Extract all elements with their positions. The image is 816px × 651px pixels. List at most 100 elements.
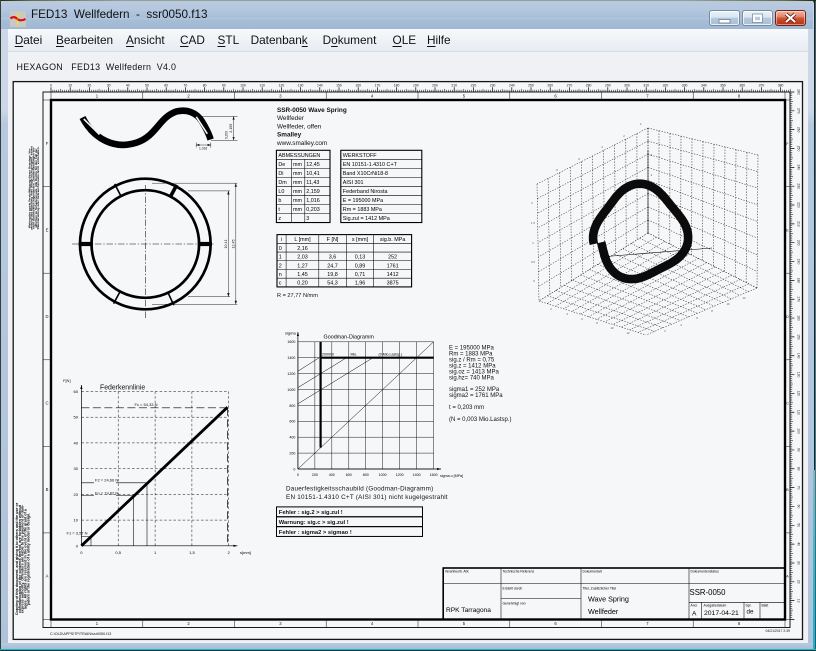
svg-text:R = 27,77 N/mm: R = 27,77 N/mm bbox=[277, 293, 318, 299]
svg-text:F1 = 3,57 N: F1 = 3,57 N bbox=[67, 530, 88, 535]
svg-text:220: 220 bbox=[471, 84, 477, 88]
svg-text:mm: mm bbox=[293, 162, 302, 168]
svg-text:2,159: 2,159 bbox=[306, 189, 320, 195]
svg-text:320: 320 bbox=[663, 84, 669, 88]
svg-text:12,45: 12,45 bbox=[231, 240, 235, 249]
svg-text:0,89: 0,89 bbox=[355, 263, 366, 269]
svg-text:240: 240 bbox=[797, 164, 801, 170]
svg-text:0,13: 0,13 bbox=[355, 255, 366, 261]
svg-text:80: 80 bbox=[797, 467, 801, 471]
svg-text:1400: 1400 bbox=[413, 473, 421, 477]
svg-text:210: 210 bbox=[797, 221, 801, 227]
svg-text:310: 310 bbox=[643, 84, 649, 88]
svg-text:2017-04-21: 2017-04-21 bbox=[704, 610, 739, 617]
svg-text:EN 10151-1.4310 C+T: EN 10151-1.4310 C+T bbox=[343, 162, 398, 168]
svg-text:350: 350 bbox=[720, 84, 726, 88]
svg-text:90: 90 bbox=[797, 448, 801, 452]
svg-text:sig.hz= 740 MPa: sig.hz= 740 MPa bbox=[449, 376, 495, 382]
svg-text:mm: mm bbox=[293, 189, 302, 195]
svg-text:270: 270 bbox=[567, 84, 573, 88]
svg-text:sigma: sigma bbox=[285, 331, 296, 336]
svg-text:mm: mm bbox=[293, 180, 302, 186]
svg-text:b: b bbox=[278, 198, 281, 204]
svg-text:(N = 0,003 Mio.Lastsp.): (N = 0,003 Mio.Lastsp.) bbox=[449, 417, 512, 423]
svg-text:200: 200 bbox=[289, 452, 295, 456]
svg-text:10,41: 10,41 bbox=[306, 171, 320, 177]
svg-text:1,27: 1,27 bbox=[297, 263, 308, 269]
svg-text:80: 80 bbox=[203, 84, 207, 88]
svg-text:Dokumentenstatus: Dokumentenstatus bbox=[691, 570, 720, 574]
svg-text:230: 230 bbox=[797, 183, 801, 189]
svg-text:Fc = 54,33 N: Fc = 54,33 N bbox=[135, 402, 158, 407]
svg-text:Wellfeder, offen: Wellfeder, offen bbox=[277, 123, 322, 130]
svg-text:1,5: 1,5 bbox=[189, 550, 195, 555]
svg-text:1,45: 1,45 bbox=[297, 272, 308, 278]
svg-text:220: 220 bbox=[797, 202, 801, 208]
svg-text:260: 260 bbox=[547, 84, 553, 88]
svg-text:300: 300 bbox=[624, 84, 630, 88]
svg-text:330: 330 bbox=[682, 84, 688, 88]
svg-text:mm: mm bbox=[293, 198, 302, 204]
svg-text:D: D bbox=[786, 315, 789, 319]
svg-text:150: 150 bbox=[797, 334, 801, 340]
svg-text:10: 10 bbox=[726, 302, 730, 306]
svg-text:Dokumentart: Dokumentart bbox=[583, 570, 602, 574]
svg-text:40: 40 bbox=[126, 84, 130, 88]
svg-text:Wellfeder: Wellfeder bbox=[277, 115, 305, 122]
svg-text:04/21/2017 2:39: 04/21/2017 2:39 bbox=[765, 629, 790, 633]
svg-text:Federband Nirosta: Federband Nirosta bbox=[343, 189, 388, 195]
svg-text:Di: Di bbox=[278, 171, 283, 177]
svg-text:11,43: 11,43 bbox=[306, 180, 319, 186]
svg-text:Sig.zul = 1412 MPa: Sig.zul = 1412 MPa bbox=[343, 216, 390, 222]
svg-text:F: F bbox=[46, 141, 49, 146]
svg-text:C:\OLD\APPS\TP\TRAIN\ssr0050.f: C:\OLD\APPS\TP\TRAIN\ssr0050.f13 bbox=[50, 632, 111, 636]
svg-text:140: 140 bbox=[317, 84, 323, 88]
svg-text:Erstellt durch: Erstellt durch bbox=[503, 587, 523, 591]
svg-text:1600: 1600 bbox=[287, 340, 295, 344]
svg-text:340: 340 bbox=[701, 84, 707, 88]
svg-text:140: 140 bbox=[797, 353, 801, 359]
svg-text:sigma.u [MPa]: sigma.u [MPa] bbox=[440, 474, 463, 478]
svg-text:160: 160 bbox=[355, 84, 361, 88]
svg-text:10: 10 bbox=[797, 599, 801, 603]
svg-text:400: 400 bbox=[329, 473, 335, 477]
svg-text:Titel, Zusätzlicher Titel: Titel, Zusätzlicher Titel bbox=[583, 587, 617, 591]
svg-text:290: 290 bbox=[605, 84, 611, 88]
svg-text:1.5: 1.5 bbox=[531, 221, 535, 225]
svg-text:100: 100 bbox=[797, 428, 801, 434]
svg-text:60: 60 bbox=[74, 389, 79, 394]
svg-text:de: de bbox=[747, 609, 754, 616]
svg-text:sigma2 = 1761 MPa: sigma2 = 1761 MPa bbox=[449, 393, 503, 399]
svg-text:1200: 1200 bbox=[396, 473, 404, 477]
svg-text:s [mm]: s [mm] bbox=[352, 237, 369, 243]
svg-text:SSR-0050: SSR-0050 bbox=[690, 588, 727, 597]
svg-text:30: 30 bbox=[107, 84, 111, 88]
svg-text:2: 2 bbox=[279, 263, 282, 269]
svg-text:0,203: 0,203 bbox=[225, 131, 229, 139]
svg-text:600: 600 bbox=[346, 473, 352, 477]
svg-text:1,016: 1,016 bbox=[199, 147, 207, 151]
svg-text:sig.b. MPa: sig.b. MPa bbox=[380, 237, 405, 243]
svg-text:90: 90 bbox=[222, 84, 226, 88]
svg-text:C: C bbox=[45, 401, 48, 406]
svg-text:Fehler : sig.2 > sig.zul !: Fehler : sig.2 > sig.zul ! bbox=[279, 510, 343, 516]
svg-text:Spr.: Spr. bbox=[746, 604, 752, 608]
svg-text:Mio.: Mio. bbox=[351, 352, 358, 356]
svg-text:180: 180 bbox=[797, 278, 801, 284]
svg-text:10,41: 10,41 bbox=[224, 240, 228, 249]
svg-text:360: 360 bbox=[739, 84, 745, 88]
svg-text:Blatt: Blatt bbox=[762, 604, 769, 608]
svg-text:0,203: 0,203 bbox=[306, 207, 320, 213]
svg-text:B: B bbox=[46, 487, 49, 492]
svg-text:120: 120 bbox=[797, 391, 801, 397]
svg-text:54,3: 54,3 bbox=[327, 281, 338, 287]
svg-text:160: 160 bbox=[797, 315, 801, 321]
svg-text:200: 200 bbox=[797, 240, 801, 246]
svg-text:Fehler : sigma2 > sigmao !: Fehler : sigma2 > sigmao ! bbox=[279, 530, 352, 536]
svg-text:n: n bbox=[279, 272, 282, 278]
svg-text:www.smalley.com: www.smalley.com bbox=[276, 140, 327, 147]
svg-text:0: 0 bbox=[279, 246, 282, 252]
svg-text:D: D bbox=[45, 314, 48, 319]
svg-text:210: 210 bbox=[451, 84, 457, 88]
svg-text:De: De bbox=[278, 162, 285, 168]
